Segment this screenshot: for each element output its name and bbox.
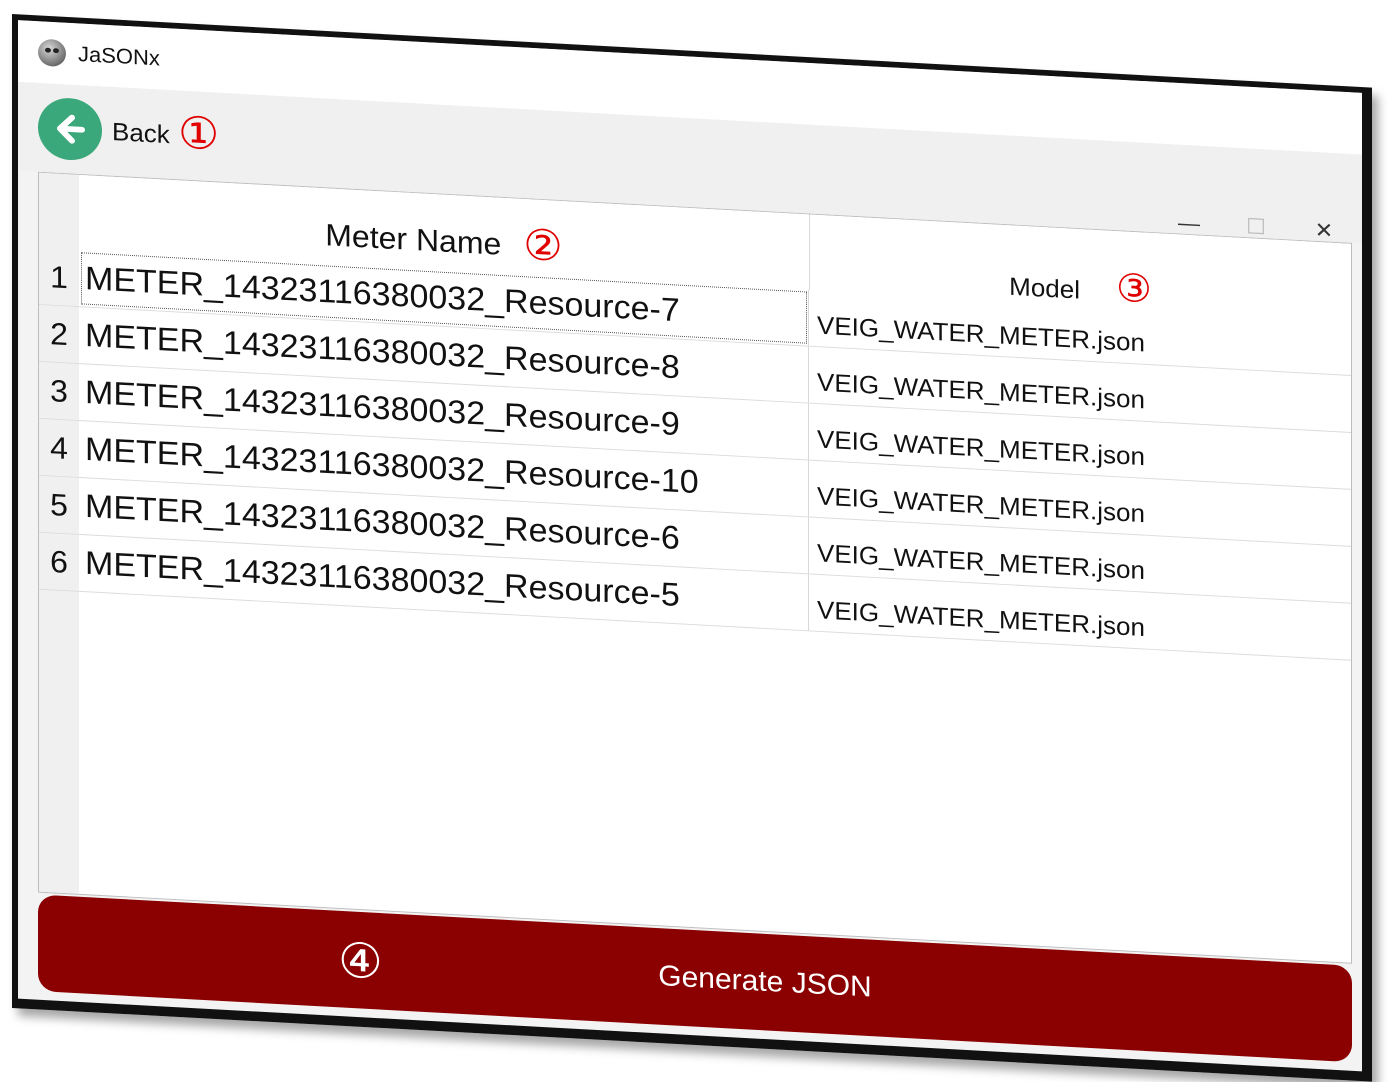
column-header-model-label: Model [1009, 271, 1080, 304]
row-number: 3 [39, 361, 79, 421]
row-number: 4 [39, 418, 79, 477]
model-cell[interactable]: VEIG_WATER_METER.json [809, 410, 1145, 472]
maximize-button[interactable]: ☐ [1246, 214, 1266, 240]
minimize-button[interactable]: — [1178, 210, 1200, 236]
app-window: JaSONx Back ① — ☐ ✕ Meter Name ② Model ③… [12, 14, 1372, 1082]
back-button-label: Back [112, 116, 170, 149]
meter-table: Meter Name ② Model ③ 1 METER_14323116380… [38, 171, 1352, 964]
model-cell[interactable]: VEIG_WATER_METER.json [809, 467, 1145, 529]
close-button[interactable]: ✕ [1314, 218, 1334, 244]
app-title: JaSONx [78, 41, 160, 71]
table-body: 1 METER_14323116380032_Resource-7 VEIG_W… [39, 248, 1351, 661]
annotation-3: ③ [1115, 265, 1152, 313]
column-header-meter-name-label: Meter Name [325, 216, 502, 262]
generate-json-label: Generate JSON [658, 959, 872, 1004]
model-cell[interactable]: VEIG_WATER_METER.json [809, 353, 1145, 415]
annotation-1: ① [178, 105, 220, 161]
screenshot-stage: JaSONx Back ① — ☐ ✕ Meter Name ② Model ③… [0, 0, 1400, 1082]
back-button[interactable]: Back [38, 96, 170, 165]
row-number: 5 [39, 475, 79, 534]
row-number: 6 [39, 532, 79, 591]
annotation-2: ② [523, 220, 563, 272]
model-cell[interactable]: VEIG_WATER_METER.json [809, 524, 1145, 586]
app-logo-icon [38, 38, 66, 68]
model-cell[interactable]: VEIG_WATER_METER.json [809, 581, 1145, 643]
row-number: 2 [39, 304, 79, 364]
model-cell[interactable]: VEIG_WATER_METER.json [809, 296, 1145, 358]
row-number: 1 [39, 248, 79, 307]
back-arrow-icon [38, 96, 102, 162]
annotation-4: ④ [338, 932, 383, 991]
